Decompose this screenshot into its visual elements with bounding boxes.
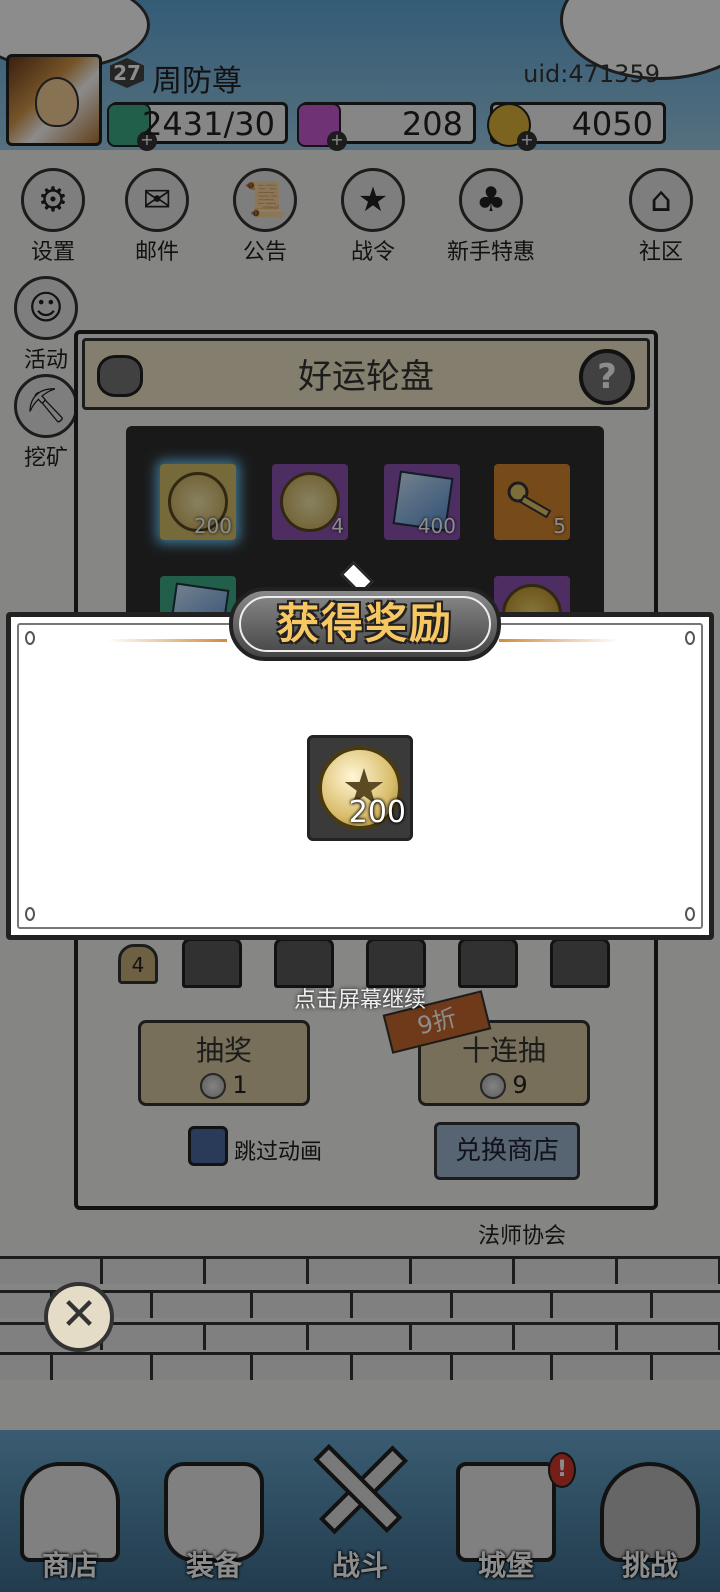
reward-title: 获得奖励 bbox=[276, 599, 453, 648]
banner-line bbox=[499, 639, 619, 642]
corner-ornament bbox=[685, 907, 695, 921]
reward-banner: 获得奖励 bbox=[229, 587, 501, 661]
tap-to-continue-hint: 点击屏幕继续 bbox=[293, 988, 426, 1013]
banner-line bbox=[107, 639, 227, 642]
close-button[interactable]: ✕ bbox=[44, 1282, 114, 1352]
reward-modal[interactable]: 获得奖励 200 bbox=[6, 561, 714, 940]
corner-ornament bbox=[25, 631, 35, 645]
reward-item-slot[interactable]: 200 bbox=[307, 735, 413, 841]
reward-count: 200 bbox=[348, 795, 406, 830]
corner-ornament bbox=[685, 631, 695, 645]
corner-ornament bbox=[25, 907, 35, 921]
